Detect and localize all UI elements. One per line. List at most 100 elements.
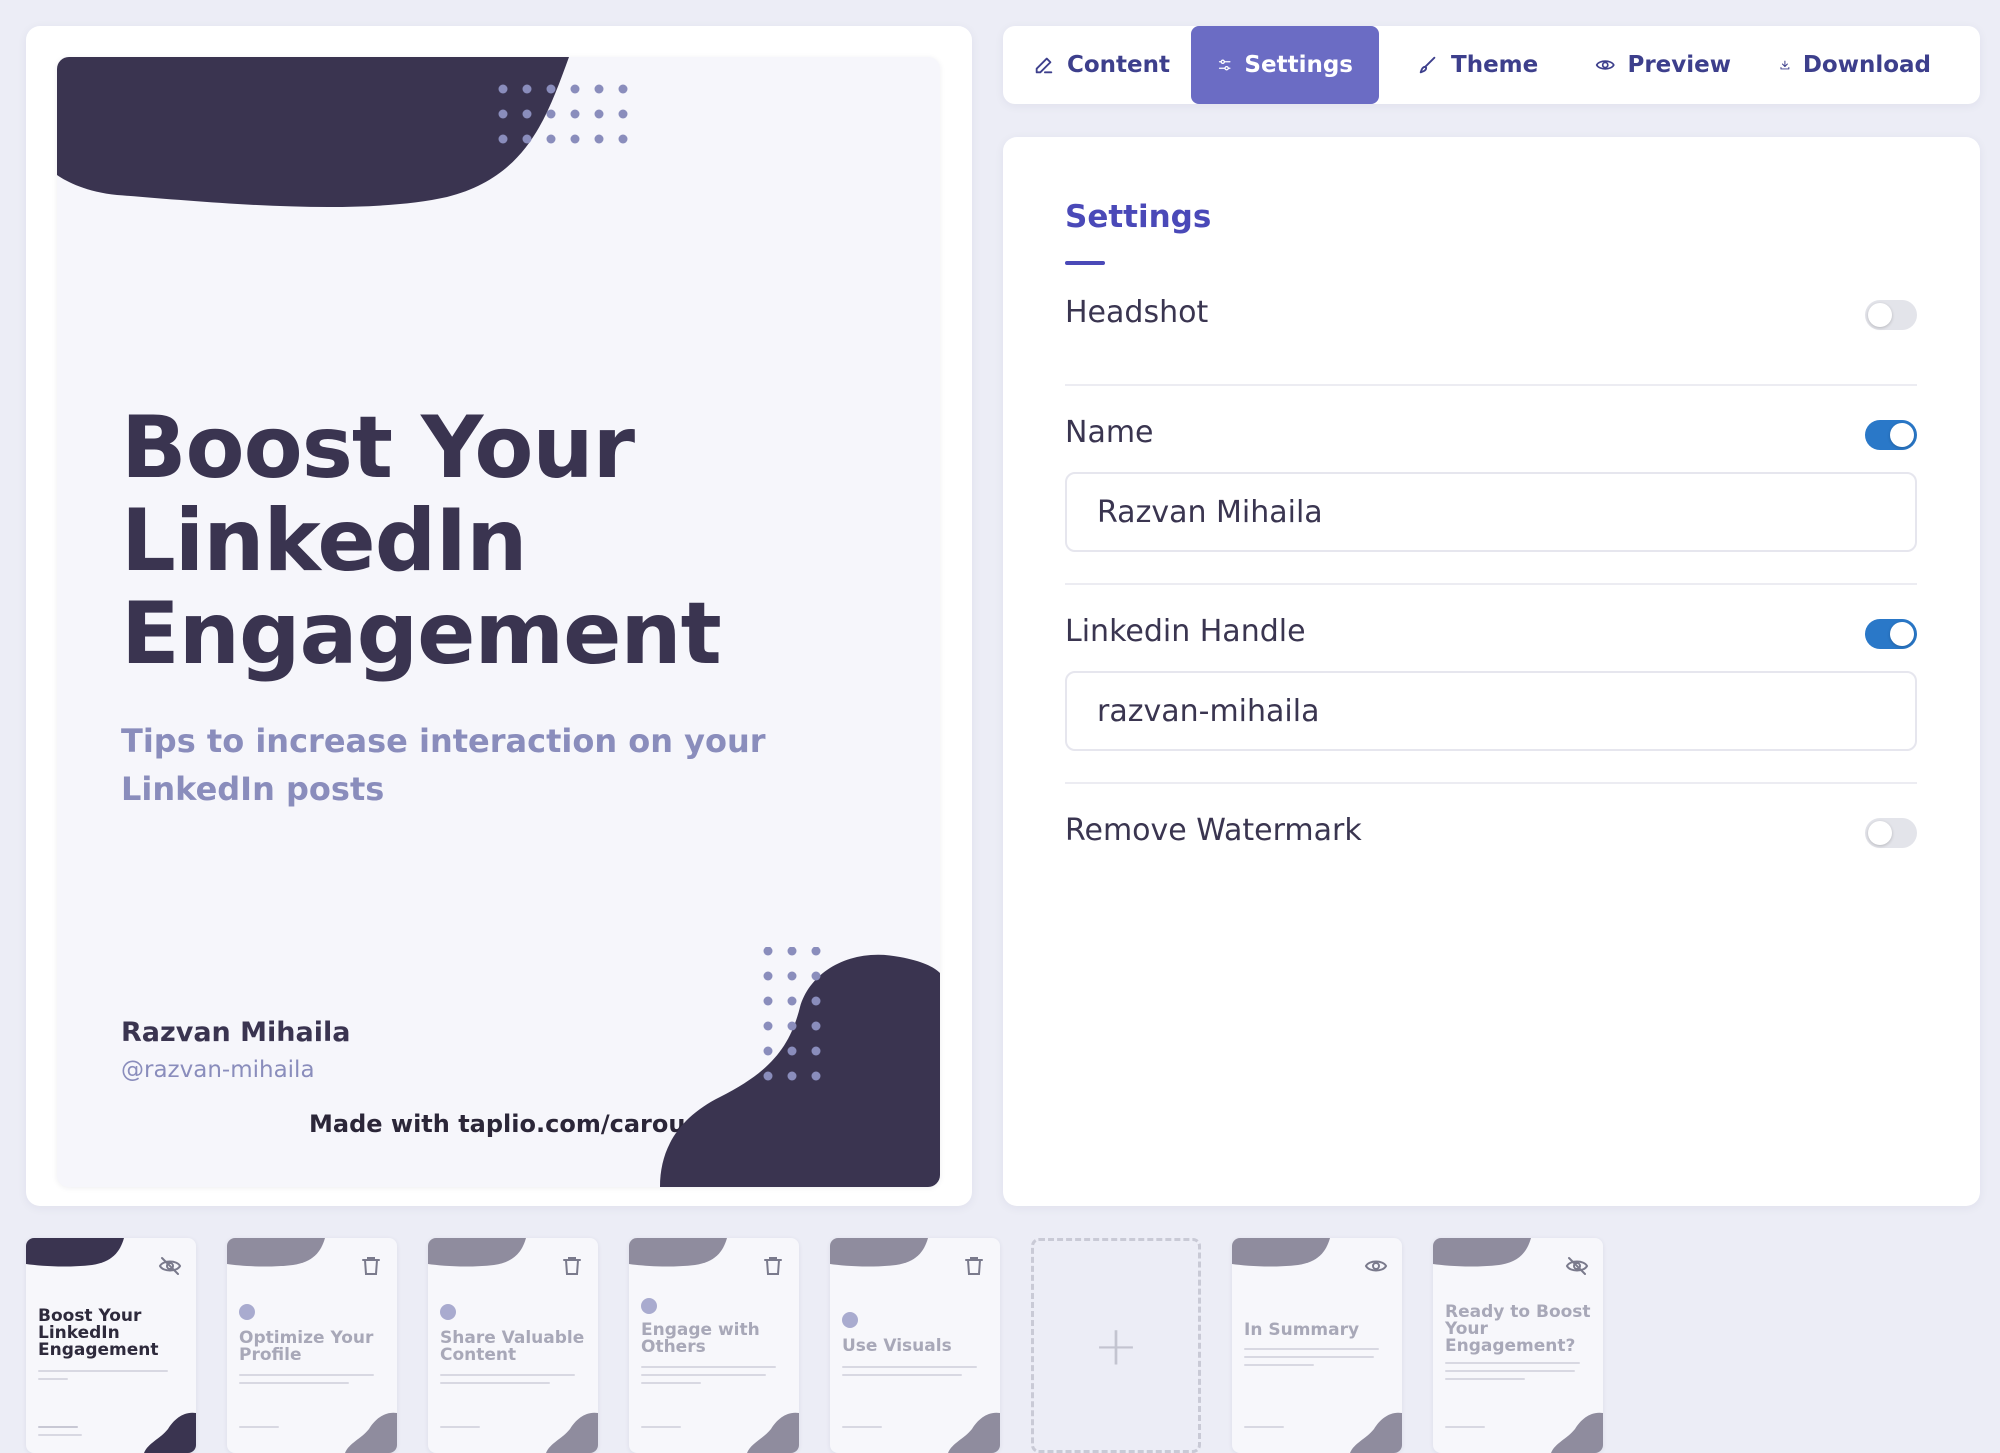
slide-watermark: Made with taplio.com/carouse	[309, 1110, 716, 1138]
slide-title-line: LinkedIn	[121, 491, 528, 591]
add-slide-button[interactable]: +	[1031, 1238, 1201, 1453]
thumb-bottom-shape	[144, 1412, 196, 1453]
thumb-text-line	[641, 1426, 681, 1428]
name-toggle[interactable]	[1865, 420, 1917, 450]
headshot-label: Headshot	[1065, 295, 1209, 330]
remove-watermark-row: Remove Watermark	[1065, 813, 1917, 853]
trash-icon[interactable]	[359, 1254, 383, 1278]
thumb-text-line	[38, 1378, 68, 1380]
thumb-text-line	[641, 1374, 766, 1376]
settings-panel: Settings Headshot Name Linkedin Handle R…	[1003, 137, 1980, 1206]
bottom-blob-decoration	[660, 947, 940, 1187]
slide-title-line: Boost Your	[121, 398, 635, 498]
thumb-text-line	[842, 1426, 882, 1428]
slide-preview-panel: Boost Your LinkedIn Engagement Tips to i…	[26, 26, 972, 1206]
thumb-text-line	[440, 1374, 575, 1376]
thumb-title: Ready to Boost Your Engagement?	[1445, 1302, 1591, 1356]
thumb-bottom-shape	[546, 1412, 598, 1453]
tab-settings[interactable]: Settings	[1191, 26, 1379, 104]
thumb-text-line	[1244, 1364, 1314, 1366]
thumb-text-line	[842, 1374, 962, 1376]
thumb-text-line	[1244, 1356, 1374, 1358]
thumb-text-line	[842, 1366, 977, 1368]
linkedin-handle-toggle[interactable]	[1865, 619, 1917, 649]
thumb-text-line	[641, 1366, 776, 1368]
settings-heading: Settings	[1065, 199, 1212, 235]
thumb-bottom-shape	[345, 1412, 397, 1453]
slide-thumbnail[interactable]: Engage with Others	[629, 1238, 799, 1453]
thumb-title: Share Valuable Content	[440, 1328, 585, 1365]
tab-theme-label: Theme	[1451, 52, 1539, 78]
thumb-title: Engage with Others	[641, 1320, 760, 1357]
slide-thumbnail[interactable]: Ready to Boost Your Engagement?	[1433, 1238, 1603, 1453]
slide-thumbnail[interactable]: Share Valuable Content	[428, 1238, 598, 1453]
slide-thumbnail[interactable]: Optimize Your Profile	[227, 1238, 397, 1453]
eye-icon[interactable]	[1364, 1254, 1388, 1278]
slide-author-handle: @razvan-mihaila	[121, 1057, 315, 1083]
linkedin-handle-label: Linkedin Handle	[1065, 614, 1306, 649]
divider	[1065, 384, 1917, 386]
thumb-step-dot	[239, 1304, 255, 1320]
remove-watermark-label: Remove Watermark	[1065, 813, 1362, 848]
thumb-text-line	[38, 1370, 168, 1372]
tab-preview-label: Preview	[1627, 52, 1731, 78]
slide-thumbnail[interactable]: Boost Your LinkedIn Engagement	[26, 1238, 196, 1453]
thumb-bottom-shape	[1551, 1412, 1603, 1453]
thumb-text-line	[1244, 1426, 1284, 1428]
thumb-title: In Summary	[1244, 1320, 1360, 1340]
thumb-text-line	[239, 1374, 374, 1376]
heading-underline	[1065, 261, 1105, 265]
thumb-text-line	[1244, 1348, 1379, 1350]
tab-content[interactable]: Content	[1007, 26, 1197, 104]
slide-thumbnail[interactable]: In Summary	[1232, 1238, 1402, 1453]
slide-title: Boost Your LinkedIn Engagement	[121, 402, 881, 681]
divider	[1065, 583, 1917, 585]
thumb-title: Boost Your LinkedIn Engagement	[38, 1306, 159, 1360]
name-label: Name	[1065, 415, 1154, 450]
thumb-bottom-shape	[1350, 1412, 1402, 1453]
tab-download[interactable]: Download	[1757, 26, 1957, 104]
thumb-text-line	[38, 1434, 82, 1436]
thumb-step-dot	[641, 1298, 657, 1314]
tab-preview[interactable]: Preview	[1569, 26, 1757, 104]
headshot-row: Headshot	[1065, 295, 1917, 335]
remove-watermark-toggle[interactable]	[1865, 818, 1917, 848]
plus-icon: +	[1093, 1314, 1139, 1377]
thumb-text-line	[38, 1426, 78, 1428]
thumb-text-line	[239, 1382, 349, 1384]
thumb-title: Use Visuals	[842, 1336, 952, 1356]
trash-icon[interactable]	[761, 1254, 785, 1278]
slide-preview: Boost Your LinkedIn Engagement Tips to i…	[57, 57, 940, 1187]
tab-download-label: Download	[1802, 52, 1931, 78]
name-field[interactable]	[1065, 472, 1917, 552]
linkedin-handle-row: Linkedin Handle	[1065, 614, 1917, 654]
divider	[1065, 782, 1917, 784]
linkedin-handle-field[interactable]	[1065, 671, 1917, 751]
thumb-text-line	[1445, 1370, 1575, 1372]
sliders-icon	[1218, 59, 1231, 71]
eye-off-icon[interactable]	[1565, 1254, 1589, 1278]
thumb-title: Optimize Your Profile	[239, 1328, 374, 1365]
slide-thumbnail[interactable]: Use Visuals	[830, 1238, 1000, 1453]
slide-subtitle: Tips to increase interaction on your Lin…	[121, 722, 766, 808]
thumb-bottom-shape	[747, 1412, 799, 1453]
tab-theme[interactable]: Theme	[1379, 26, 1569, 104]
headshot-toggle[interactable]	[1865, 300, 1917, 330]
thumb-text-line	[1445, 1362, 1580, 1364]
eye-off-icon[interactable]	[158, 1254, 182, 1278]
name-row: Name	[1065, 415, 1917, 455]
slide-title-line: Engagement	[121, 584, 722, 684]
thumb-text-line	[440, 1426, 480, 1428]
thumb-step-dot	[440, 1304, 456, 1320]
thumb-text-line	[641, 1382, 701, 1384]
thumb-bottom-shape	[948, 1412, 1000, 1453]
trash-icon[interactable]	[962, 1254, 986, 1278]
thumb-text-line	[239, 1426, 279, 1428]
tab-content-label: Content	[1067, 52, 1171, 78]
brush-icon	[1419, 56, 1436, 74]
thumb-text-line	[440, 1382, 550, 1384]
trash-icon[interactable]	[560, 1254, 584, 1278]
thumb-step-dot	[842, 1312, 858, 1328]
download-icon	[1780, 60, 1790, 70]
eye-icon	[1595, 60, 1615, 70]
